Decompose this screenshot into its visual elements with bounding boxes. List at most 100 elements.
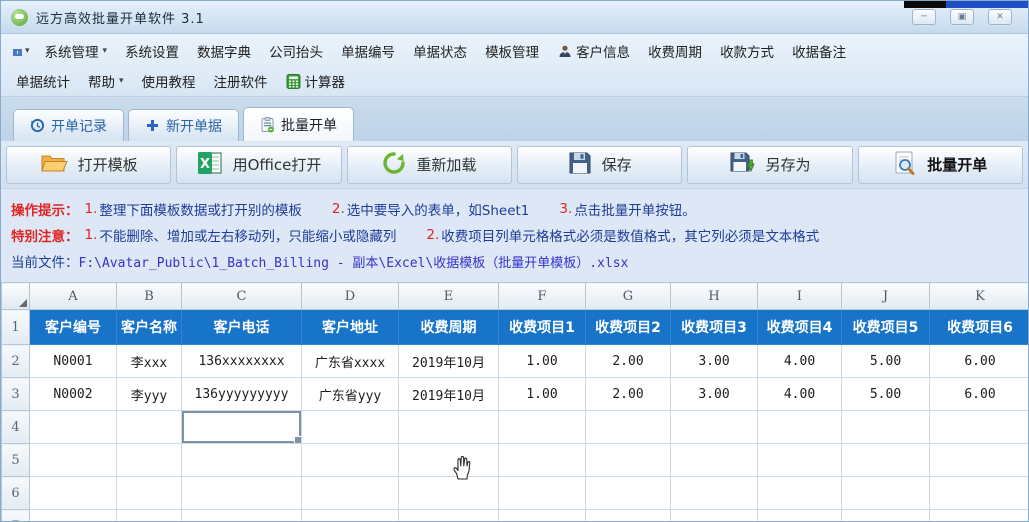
sheet-cell-I5[interactable]: [757, 443, 842, 477]
sheet-cell-K3[interactable]: 6.00: [929, 377, 1028, 411]
sheet-cell-C3[interactable]: 136yyyyyyyyy: [181, 377, 302, 411]
save-button[interactable]: 保存: [516, 145, 683, 184]
tab-new-document[interactable]: 新开单据: [128, 109, 239, 141]
sheet-cell-B2[interactable]: 李xxx: [116, 344, 182, 378]
sheet-cell-A3[interactable]: N0002: [29, 377, 117, 411]
menu-doc-status[interactable]: 单据状态: [404, 38, 476, 64]
menu-help[interactable]: 帮助 ▾: [79, 68, 133, 94]
sheet-cell-D5[interactable]: [301, 443, 399, 477]
sheet-cell-C7[interactable]: [181, 509, 302, 521]
sheet-cell-H4[interactable]: [670, 410, 758, 444]
sheet-cell-G2[interactable]: 2.00: [585, 344, 671, 378]
header-cell-fee-item-5[interactable]: 收费项目5: [841, 309, 930, 345]
row-number-7[interactable]: 7: [1, 509, 30, 521]
sheet-cell-I2[interactable]: 4.00: [757, 344, 842, 378]
sheet-cell-F3[interactable]: 1.00: [498, 377, 586, 411]
header-cell-fee-item-2[interactable]: 收费项目2: [585, 309, 671, 345]
save-as-button[interactable]: 另存为: [687, 145, 853, 184]
row-number-2[interactable]: 2: [1, 344, 30, 378]
sheet-cell-J5[interactable]: [841, 443, 930, 477]
sheet-cell-J7[interactable]: [841, 509, 930, 521]
sheet-cell-K2[interactable]: 6.00: [929, 344, 1028, 378]
sheet-cell-K5[interactable]: [929, 443, 1028, 477]
header-cell-fee-item-1[interactable]: 收费项目1: [498, 309, 586, 345]
header-cell-customer-id[interactable]: 客户编号: [29, 309, 117, 345]
menu-customer-info[interactable]: 客户信息: [548, 38, 639, 64]
sheet-cell-D7[interactable]: [301, 509, 399, 521]
sheet-cell-D2[interactable]: 广东省xxxx: [301, 344, 399, 378]
sheet-cell-F5[interactable]: [498, 443, 586, 477]
sheet-cell-I3[interactable]: 4.00: [757, 377, 842, 411]
column-header-E[interactable]: E: [398, 282, 499, 310]
menu-receipt-remark[interactable]: 收据备注: [783, 38, 855, 64]
sheet-cell-E3[interactable]: 2019年10月: [398, 377, 499, 411]
sheet-cell-C6[interactable]: [181, 476, 302, 510]
tab-billing-records[interactable]: 开单记录: [13, 109, 124, 141]
menu-doc-statistics[interactable]: 单据统计: [7, 68, 79, 94]
header-cell-customer-address[interactable]: 客户地址: [301, 309, 399, 345]
row-number-4[interactable]: 4: [1, 410, 30, 444]
sheet-cell-G4[interactable]: [585, 410, 671, 444]
sheet-cell-F4[interactable]: [498, 410, 586, 444]
sheet-cell-I4[interactable]: [757, 410, 842, 444]
sheet-cell-J6[interactable]: [841, 476, 930, 510]
row-number-5[interactable]: 5: [1, 443, 30, 477]
sheet-cell-H7[interactable]: [670, 509, 758, 521]
menu-system-manage[interactable]: 系统管理 ▾: [36, 38, 117, 64]
sheet-cell-H3[interactable]: 3.00: [670, 377, 758, 411]
menu-tutorial[interactable]: 使用教程: [133, 68, 205, 94]
sheet-cell-A4[interactable]: [29, 410, 117, 444]
sheet-cell-I7[interactable]: [757, 509, 842, 521]
sheet-cell-F6[interactable]: [498, 476, 586, 510]
sheet-cell-C2[interactable]: 136xxxxxxxx: [181, 344, 302, 378]
column-header-J[interactable]: J: [841, 282, 930, 310]
sheet-cell-G7[interactable]: [585, 509, 671, 521]
sheet-cell-A2[interactable]: N0001: [29, 344, 117, 378]
sheet-cell-B6[interactable]: [116, 476, 182, 510]
row-number-6[interactable]: 6: [1, 476, 30, 510]
sheet-cell-B7[interactable]: [116, 509, 182, 521]
column-header-D[interactable]: D: [301, 282, 399, 310]
menu-template-manage[interactable]: 模板管理: [476, 38, 548, 64]
batch-billing-button[interactable]: 批量开单: [857, 145, 1023, 184]
sheet-cell-A5[interactable]: [29, 443, 117, 477]
row-number-3[interactable]: 3: [1, 377, 30, 411]
row-number-1[interactable]: 1: [1, 309, 30, 345]
header-cell-customer-phone[interactable]: 客户电话: [181, 309, 302, 345]
sheet-cell-D3[interactable]: 广东省yyy: [301, 377, 399, 411]
sheet-cell-J4[interactable]: [841, 410, 930, 444]
sheet-cell-J3[interactable]: 5.00: [841, 377, 930, 411]
sheet-cell-I6[interactable]: [757, 476, 842, 510]
header-cell-customer-name[interactable]: 客户名称: [116, 309, 182, 345]
open-with-office-button[interactable]: X 用Office打开: [176, 145, 342, 184]
menu-company-header[interactable]: 公司抬头: [260, 38, 332, 64]
tab-batch-billing[interactable]: 批量开单: [243, 107, 354, 141]
reload-button[interactable]: 重新加载: [346, 145, 512, 184]
sheet-cell-A6[interactable]: [29, 476, 117, 510]
sheet-cell-G3[interactable]: 2.00: [585, 377, 671, 411]
sheet-cell-H2[interactable]: 3.00: [670, 344, 758, 378]
sheet-cell-F7[interactable]: [498, 509, 586, 521]
sheet-cell-H5[interactable]: [670, 443, 758, 477]
sheet-cell-E7[interactable]: [398, 509, 499, 521]
close-button[interactable]: ✕: [988, 9, 1012, 25]
column-header-C[interactable]: C: [181, 282, 302, 310]
sheet-cell-A7[interactable]: [29, 509, 117, 521]
column-header-B[interactable]: B: [116, 282, 182, 310]
sheet-cell-E4[interactable]: [398, 410, 499, 444]
sheet-cell-B4[interactable]: [116, 410, 182, 444]
column-header-K[interactable]: K: [929, 282, 1028, 310]
sheet-cell-B3[interactable]: 李yyy: [116, 377, 182, 411]
menu-system-settings[interactable]: 系统设置: [116, 38, 188, 64]
sheet-cell-E5[interactable]: [398, 443, 499, 477]
column-header-A[interactable]: A: [29, 282, 117, 310]
sheet-cell-E2[interactable]: 2019年10月: [398, 344, 499, 378]
header-cell-billing-cycle[interactable]: 收费周期: [398, 309, 499, 345]
sheet-cell-C5[interactable]: [181, 443, 302, 477]
column-header-G[interactable]: G: [585, 282, 671, 310]
header-cell-fee-item-6[interactable]: 收费项目6: [929, 309, 1028, 345]
app-menu-button[interactable]: ▾: [7, 41, 36, 62]
header-cell-fee-item-4[interactable]: 收费项目4: [757, 309, 842, 345]
menu-doc-number[interactable]: 单据编号: [332, 38, 404, 64]
sheet-cell-G5[interactable]: [585, 443, 671, 477]
